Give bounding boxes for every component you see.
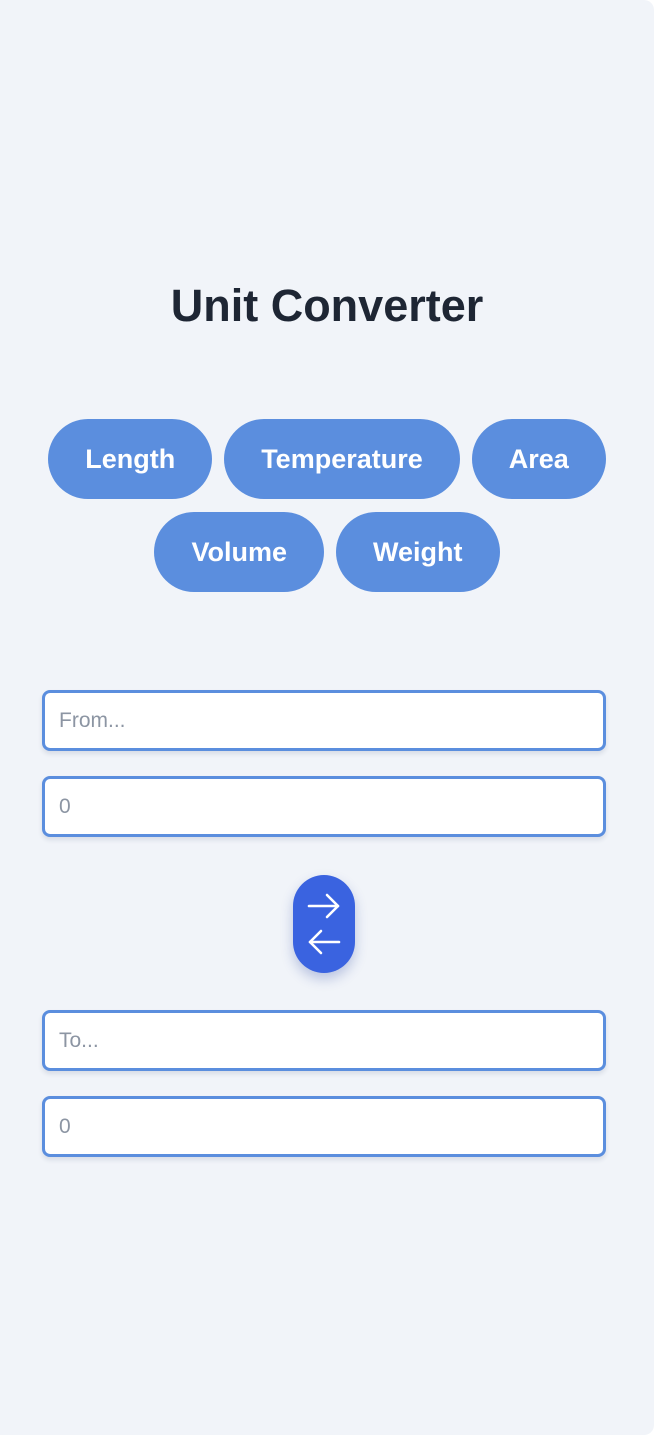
category-temperature-button[interactable]: Temperature [224,419,460,499]
page-title: Unit Converter [170,280,484,331]
swap-arrows-icon [307,893,341,955]
from-unit-input[interactable] [42,690,606,751]
to-unit-input[interactable] [42,1010,606,1071]
unit-converter-app: Unit Converter Length Temperature Area V… [0,0,654,1435]
from-amount-input[interactable] [42,776,606,837]
category-area-button[interactable]: Area [471,419,606,499]
swap-units-button[interactable] [293,875,355,973]
category-volume-button[interactable]: Volume [154,512,324,592]
category-weight-button[interactable]: Weight [336,512,500,592]
to-amount-input[interactable] [42,1096,606,1157]
category-buttons: Length Temperature Area Volume Weight [40,419,614,592]
category-length-button[interactable]: Length [48,419,213,499]
